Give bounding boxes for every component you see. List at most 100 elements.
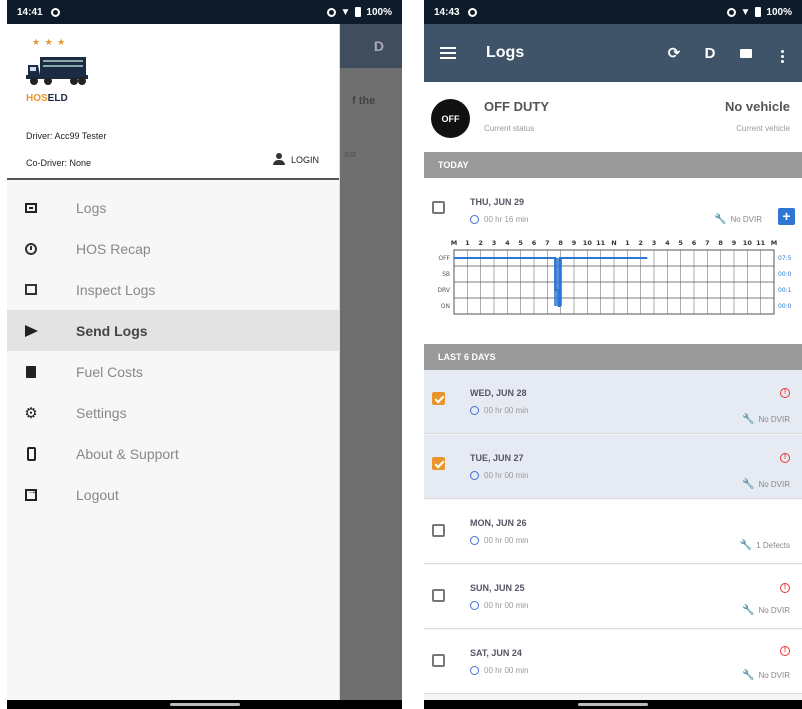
menu-item-label: Settings (76, 404, 127, 421)
system-nav-bar (7, 700, 402, 709)
log-duration: 00 hr 00 min (470, 536, 528, 545)
menu-item-label: HOS Recap (76, 240, 151, 257)
phone-icon (24, 446, 38, 461)
more-vert-icon (780, 54, 784, 58)
add-dvir-button[interactable]: + (778, 208, 795, 225)
background-text: ast (344, 149, 357, 159)
dvir-status[interactable]: 🔧 No DVIR (742, 670, 790, 681)
day-checkbox[interactable] (432, 589, 445, 602)
driver-name: Driver: Acc99 Tester (26, 131, 107, 141)
dvir-status[interactable]: 🔧 No DVIR (742, 605, 790, 616)
wrench-icon: 🔧 (741, 605, 755, 616)
hour-label: 8 (558, 239, 563, 247)
log-duration: 00 hr 00 min (470, 601, 528, 610)
hour-label: 2 (478, 239, 483, 247)
cast-icon (726, 7, 736, 17)
duty-status-d-button[interactable]: D (698, 45, 722, 62)
day-log-row[interactable]: WED, JUN 28 00 hr 00 min ! 🔧 No DVIR (424, 370, 802, 434)
page-title: Logs (486, 44, 525, 61)
warning-icon: ! (780, 453, 790, 463)
hour-label: 9 (572, 239, 577, 247)
messages-button[interactable] (734, 45, 758, 62)
day-checkbox[interactable] (432, 392, 445, 405)
fuel-pump-icon (24, 365, 38, 379)
menu-item-inspect-logs[interactable]: Inspect Logs (7, 269, 339, 310)
log-date: MON, JUN 26 (470, 518, 527, 528)
log-date: TUE, JUN 27 (470, 453, 524, 463)
system-nav-bar (424, 700, 802, 709)
duty-change-marker (554, 258, 562, 306)
menu-item-hos-recap[interactable]: HOS Recap (7, 228, 339, 269)
drawer-header: ★ ★ ★ HOSELD Driver: Acc99 Tester Co-Dri… (7, 24, 339, 180)
duty-row-total: 00:0 (778, 303, 792, 310)
home-gesture-bar[interactable] (169, 703, 240, 706)
hour-label: 3 (492, 239, 497, 247)
logout-icon (24, 486, 38, 502)
duty-row-total: 00:0 (778, 271, 792, 278)
log-duration: 00 hr 16 min (470, 215, 528, 224)
status-time: 14:43 (434, 6, 460, 18)
hour-label: M (771, 239, 777, 247)
day-checkbox[interactable] (432, 524, 445, 537)
menu-item-label: Inspect Logs (76, 281, 156, 298)
hour-label: 7 (545, 239, 550, 247)
hour-label: 10 (583, 239, 593, 247)
day-log-row[interactable]: SAT, JUN 24 00 hr 00 min ! 🔧 No DVIR (424, 630, 802, 694)
app-bar: Logs ⟳ D (424, 24, 802, 82)
hour-label: 5 (518, 239, 523, 247)
sync-button[interactable]: ⟳ (662, 44, 686, 62)
clock-icon (470, 666, 479, 675)
overflow-menu-button[interactable] (770, 45, 794, 62)
battery-icon (355, 7, 362, 17)
menu-item-fuel-costs[interactable]: Fuel Costs (7, 351, 339, 392)
hos-log-graph[interactable]: M 1 2 3 4 5 6 7 8 9 10 11 N 1 2 3 4 5 6 7 8 9 10 11 MOFF 07:5SB 00… (424, 236, 802, 336)
scrim-overlay[interactable]: D f the ast (340, 24, 402, 700)
menu-item-about-support[interactable]: About & Support (7, 433, 339, 474)
hour-label: 8 (718, 239, 723, 247)
duty-status-subtitle: Current status (484, 124, 535, 133)
dvir-status[interactable]: 🔧 No DVIR (742, 414, 790, 425)
menu-hamburger-icon[interactable] (440, 47, 456, 59)
day-checkbox[interactable] (432, 457, 445, 470)
hour-label: 10 (743, 239, 753, 247)
day-log-row[interactable]: MON, JUN 26 00 hr 00 min 🔧 1 Defects (424, 500, 802, 564)
hour-label: 2 (638, 239, 643, 247)
current-status-card[interactable]: OFF OFF DUTY Current status No vehicle C… (424, 82, 802, 152)
envelope-icon (740, 48, 752, 58)
log-date: SAT, JUN 24 (470, 648, 522, 658)
duty-row-label: ON (441, 303, 450, 310)
home-gesture-bar[interactable] (578, 703, 648, 706)
vehicle-text[interactable]: No vehicle (725, 99, 790, 114)
menu-item-send-logs[interactable]: Send Logs (7, 310, 339, 351)
logo-stars: ★ ★ ★ (32, 37, 67, 47)
dvir-status[interactable]: 🔧 1 Defects (740, 540, 790, 551)
hour-label: 11 (756, 239, 766, 247)
day-checkbox[interactable] (432, 654, 445, 667)
today-checkbox[interactable] (432, 201, 445, 214)
day-log-row[interactable]: TUE, JUN 27 00 hr 00 min ! 🔧 No DVIR (424, 435, 802, 499)
dvir-status[interactable]: 🔧 No DVIR (714, 214, 762, 225)
hour-label: 4 (665, 239, 670, 247)
menu-item-logs[interactable]: Logs (7, 187, 339, 228)
drawer-menu: Logs HOS Recap Inspect Logs Send Logs Fu… (7, 187, 339, 515)
wifi-icon: ▼ (740, 6, 751, 18)
dvir-status[interactable]: 🔧 No DVIR (742, 479, 790, 490)
status-bar: 14:43 ▼ 100% (424, 0, 802, 24)
clock-icon (470, 406, 479, 415)
wrench-icon: 🔧 (741, 414, 755, 425)
background-app-bar: D (340, 24, 402, 68)
duty-status-badge: OFF (431, 99, 470, 138)
log-date: WED, JUN 28 (470, 388, 527, 398)
log-duration: 00 hr 00 min (470, 406, 528, 415)
warning-icon: ! (780, 583, 790, 593)
menu-item-logout[interactable]: Logout (7, 474, 339, 515)
menu-item-settings[interactable]: ⚙ Settings (7, 392, 339, 433)
day-log-row[interactable]: SUN, JUN 25 00 hr 00 min ! 🔧 No DVIR (424, 565, 802, 629)
vehicle-subtitle: Current vehicle (736, 124, 790, 133)
today-log-card[interactable]: THU, JUN 29 00 hr 16 min 🔧 No DVIR + M123… (424, 178, 802, 344)
warning-icon: ! (780, 388, 790, 398)
menu-item-label: Logs (76, 199, 107, 216)
gear-icon: ⚙ (24, 404, 38, 422)
sync-icon: ⟳ (667, 45, 681, 62)
co-driver-login-button[interactable]: LOGIN (272, 153, 319, 166)
